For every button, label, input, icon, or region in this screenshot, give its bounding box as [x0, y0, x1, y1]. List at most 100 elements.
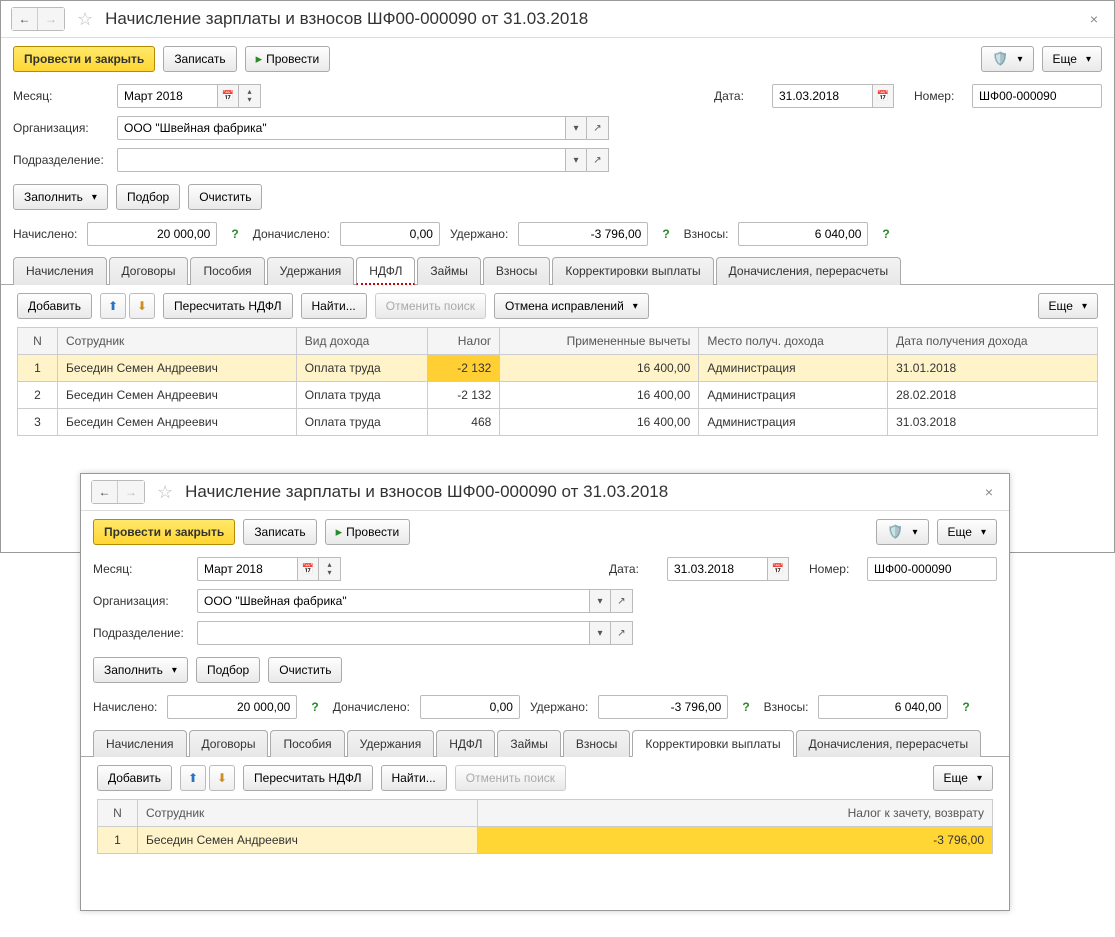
post-button[interactable]: ▸Провести: [325, 519, 411, 545]
tab-contributions[interactable]: Взносы: [563, 730, 630, 757]
post-close-button[interactable]: Провести и закрыть: [13, 46, 155, 72]
tab-accruals[interactable]: Начисления: [13, 257, 107, 285]
help-icon[interactable]: ?: [658, 227, 673, 241]
recalc-ndfl-button[interactable]: Пересчитать НДФЛ: [243, 765, 372, 791]
find-button[interactable]: Найти...: [301, 293, 367, 319]
fill-button[interactable]: Заполнить: [13, 184, 108, 210]
table-more-button[interactable]: Еще: [933, 765, 993, 791]
dropdown-icon[interactable]: ▾: [565, 148, 587, 172]
accrued-value[interactable]: [167, 695, 297, 719]
col-place[interactable]: Место получ. дохода: [699, 328, 888, 355]
extra-value[interactable]: [340, 222, 440, 246]
back-button[interactable]: ←: [92, 481, 118, 503]
extra-value[interactable]: [420, 695, 520, 719]
tab-loans[interactable]: Займы: [417, 257, 481, 285]
tab-corrections[interactable]: Корректировки выплаты: [552, 257, 713, 285]
move-down-button[interactable]: ⬇: [209, 765, 235, 791]
tab-benefits[interactable]: Пособия: [190, 257, 264, 285]
close-icon[interactable]: ×: [979, 482, 999, 502]
help-icon[interactable]: ?: [738, 700, 753, 714]
more-button[interactable]: Еще: [937, 519, 997, 545]
dropdown-icon[interactable]: ▾: [589, 621, 611, 645]
tab-ndfl[interactable]: НДФЛ: [436, 730, 495, 757]
table-row[interactable]: 2 Беседин Семен Андреевич Оплата труда -…: [18, 382, 1098, 409]
table-row[interactable]: 3 Беседин Семен Андреевич Оплата труда 4…: [18, 409, 1098, 436]
date-input[interactable]: [772, 84, 872, 108]
number-input[interactable]: [867, 557, 997, 581]
attachments-button[interactable]: 🛡️: [876, 519, 928, 545]
table-row[interactable]: 1 Беседин Семен Андреевич Оплата труда -…: [18, 355, 1098, 382]
tab-recalc[interactable]: Доначисления, перерасчеты: [716, 257, 901, 285]
save-button[interactable]: Записать: [243, 519, 316, 545]
org-input[interactable]: [197, 589, 589, 613]
cancel-corrections-button[interactable]: Отмена исправлений: [494, 293, 649, 319]
clear-button[interactable]: Очистить: [268, 657, 342, 683]
clear-button[interactable]: Очистить: [188, 184, 262, 210]
spinner-icon[interactable]: ▴▾: [239, 84, 261, 108]
col-tax-credit[interactable]: Налог к зачету, возврату: [478, 800, 993, 827]
move-up-button[interactable]: ⬆: [180, 765, 206, 791]
col-date[interactable]: Дата получения дохода: [888, 328, 1098, 355]
forward-button[interactable]: →: [118, 481, 144, 503]
help-icon[interactable]: ?: [958, 700, 973, 714]
contrib-value[interactable]: [818, 695, 948, 719]
open-icon[interactable]: ↗: [611, 589, 633, 613]
fill-button[interactable]: Заполнить: [93, 657, 188, 683]
move-down-button[interactable]: ⬇: [129, 293, 155, 319]
tab-loans[interactable]: Займы: [497, 730, 561, 757]
tab-accruals[interactable]: Начисления: [93, 730, 187, 757]
calendar-icon[interactable]: 📅: [217, 84, 239, 108]
dropdown-icon[interactable]: ▾: [565, 116, 587, 140]
org-input[interactable]: [117, 116, 565, 140]
col-employee[interactable]: Сотрудник: [58, 328, 297, 355]
pick-button[interactable]: Подбор: [196, 657, 260, 683]
tab-recalc[interactable]: Доначисления, перерасчеты: [796, 730, 981, 757]
help-icon[interactable]: ?: [878, 227, 893, 241]
tab-contributions[interactable]: Взносы: [483, 257, 550, 285]
tab-deductions[interactable]: Удержания: [267, 257, 355, 285]
add-button[interactable]: Добавить: [17, 293, 92, 319]
tab-deductions[interactable]: Удержания: [347, 730, 435, 757]
col-deductions[interactable]: Примененные вычеты: [500, 328, 699, 355]
col-n[interactable]: N: [98, 800, 138, 827]
accrued-value[interactable]: [87, 222, 217, 246]
col-income-type[interactable]: Вид дохода: [296, 328, 427, 355]
col-employee[interactable]: Сотрудник: [138, 800, 478, 827]
post-close-button[interactable]: Провести и закрыть: [93, 519, 235, 545]
help-icon[interactable]: ?: [227, 227, 242, 241]
open-icon[interactable]: ↗: [611, 621, 633, 645]
attachments-button[interactable]: 🛡️: [981, 46, 1033, 72]
spinner-icon[interactable]: ▴▾: [319, 557, 341, 581]
number-input[interactable]: [972, 84, 1102, 108]
back-button[interactable]: ←: [12, 8, 38, 30]
dept-input[interactable]: [117, 148, 565, 172]
pick-button[interactable]: Подбор: [116, 184, 180, 210]
find-button[interactable]: Найти...: [381, 765, 447, 791]
dept-input[interactable]: [197, 621, 589, 645]
recalc-ndfl-button[interactable]: Пересчитать НДФЛ: [163, 293, 292, 319]
tab-benefits[interactable]: Пособия: [270, 730, 344, 757]
tab-ndfl[interactable]: НДФЛ: [356, 257, 415, 285]
date-calendar-icon[interactable]: 📅: [872, 84, 894, 108]
favorite-icon[interactable]: ☆: [157, 482, 173, 503]
open-icon[interactable]: ↗: [587, 148, 609, 172]
table-row[interactable]: 1 Беседин Семен Андреевич -3 796,00: [98, 827, 993, 854]
tab-contracts[interactable]: Договоры: [109, 257, 189, 285]
open-icon[interactable]: ↗: [587, 116, 609, 140]
help-icon[interactable]: ?: [307, 700, 322, 714]
favorite-icon[interactable]: ☆: [77, 9, 93, 30]
table-more-button[interactable]: Еще: [1038, 293, 1098, 319]
move-up-button[interactable]: ⬆: [100, 293, 126, 319]
withheld-value[interactable]: [598, 695, 728, 719]
tab-corrections[interactable]: Корректировки выплаты: [632, 730, 793, 757]
close-icon[interactable]: ×: [1084, 9, 1104, 29]
date-input[interactable]: [667, 557, 767, 581]
forward-button[interactable]: →: [38, 8, 64, 30]
add-button[interactable]: Добавить: [97, 765, 172, 791]
contrib-value[interactable]: [738, 222, 868, 246]
dropdown-icon[interactable]: ▾: [589, 589, 611, 613]
post-button[interactable]: ▸Провести: [245, 46, 331, 72]
col-n[interactable]: N: [18, 328, 58, 355]
more-button[interactable]: Еще: [1042, 46, 1102, 72]
month-input[interactable]: [197, 557, 297, 581]
